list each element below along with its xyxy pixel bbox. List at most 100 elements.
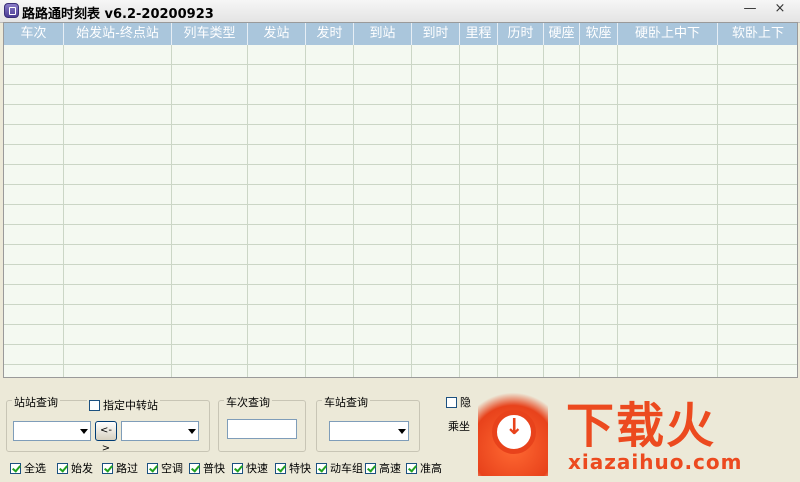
from-station-select[interactable] <box>13 421 91 441</box>
station-lookup-group: 车站查询 <box>316 394 420 452</box>
hide-checkbox[interactable]: 隐 <box>446 394 471 410</box>
filter-label: 高速 <box>379 462 401 475</box>
filter-label: 准高 <box>420 462 442 475</box>
checkmark-icon[interactable] <box>232 462 243 474</box>
column-header[interactable]: 软座 <box>580 23 618 45</box>
filter-label: 空调 <box>161 462 183 475</box>
column-header[interactable]: 发时 <box>306 23 354 45</box>
checkmark-icon[interactable] <box>365 462 376 474</box>
station-query-title: 站站查询 <box>12 394 60 410</box>
window-title: 路路通时刻表 v6.2-20200923 <box>22 7 214 22</box>
grid-column-line <box>717 45 718 377</box>
grid-row-line <box>4 324 797 325</box>
filter-label: 全选 <box>24 462 46 475</box>
grid-row-line <box>4 344 797 345</box>
minimize-button[interactable]: — <box>740 2 760 18</box>
timetable-grid[interactable]: 车次 始发站-终点站 列车类型 发站 发时 到站 到时 里程 历时 硬座 软座 硬卧上中下 软卧上下 <box>3 22 798 378</box>
filter-checkbox[interactable]: 始发 <box>57 460 93 476</box>
filter-label: 普快 <box>203 462 225 475</box>
grid-column-line <box>411 45 412 377</box>
station-query-group: 站站查询 指定中转站 <-> <box>6 394 210 454</box>
filter-checkbox[interactable]: 全选 <box>10 460 46 476</box>
grid-column-line <box>617 45 618 377</box>
station-lookup-title: 车站查询 <box>322 394 370 410</box>
watermark-url: xiazaihuo.com <box>568 450 743 474</box>
title-bar: 路路通时刻表 v6.2-20200923 — × <box>0 0 800 23</box>
checkmark-icon[interactable] <box>147 462 158 474</box>
filter-label: 快速 <box>246 462 268 475</box>
transfer-station-checkbox[interactable]: 指定中转站 <box>87 397 160 413</box>
checkmark-icon[interactable] <box>57 462 68 474</box>
ride-label: 乘坐 <box>448 420 470 433</box>
column-header[interactable]: 到站 <box>354 23 412 45</box>
filter-checkbox[interactable]: 特快 <box>275 460 311 476</box>
column-header[interactable]: 硬卧上中下 <box>618 23 718 45</box>
grid-column-line <box>497 45 498 377</box>
filter-label: 特快 <box>289 462 311 475</box>
grid-row-line <box>4 144 797 145</box>
grid-row-line <box>4 224 797 225</box>
grid-column-line <box>353 45 354 377</box>
filter-checkbox[interactable]: 普快 <box>189 460 225 476</box>
column-header[interactable]: 发站 <box>248 23 306 45</box>
grid-column-line <box>305 45 306 377</box>
download-icon <box>492 410 536 454</box>
filter-checkbox[interactable]: 空调 <box>147 460 183 476</box>
grid-column-line <box>459 45 460 377</box>
grid-row-line <box>4 364 797 365</box>
grid-row-line <box>4 264 797 265</box>
column-header[interactable]: 历时 <box>498 23 544 45</box>
chevron-down-icon <box>188 429 196 434</box>
grid-row-line <box>4 204 797 205</box>
grid-row-line <box>4 304 797 305</box>
transfer-station-label: 指定中转站 <box>103 399 158 412</box>
chevron-down-icon <box>80 429 88 434</box>
grid-column-line <box>171 45 172 377</box>
watermark-brand: 下载火 <box>566 398 717 454</box>
grid-column-line <box>579 45 580 377</box>
filter-checkbox[interactable]: 动车组 <box>316 460 363 476</box>
swap-stations-button[interactable]: <-> <box>95 421 117 454</box>
grid-row-line <box>4 284 797 285</box>
filter-label: 始发 <box>71 462 93 475</box>
checkmark-icon[interactable] <box>316 462 327 474</box>
train-number-input[interactable] <box>227 419 297 439</box>
chevron-down-icon <box>398 429 406 434</box>
filter-label: 路过 <box>116 462 138 475</box>
watermark: 下载火 xiazaihuo.com <box>474 380 800 482</box>
app-icon <box>4 3 19 18</box>
column-header[interactable]: 车次 <box>4 23 64 45</box>
grid-row-line <box>4 84 797 85</box>
grid-body[interactable] <box>4 45 797 377</box>
grid-row-line <box>4 184 797 185</box>
filter-checkbox[interactable]: 高速 <box>365 460 401 476</box>
checkmark-icon[interactable] <box>189 462 200 474</box>
filter-checkbox[interactable]: 路过 <box>102 460 138 476</box>
train-query-group: 车次查询 <box>218 394 306 452</box>
column-header[interactable]: 到时 <box>412 23 460 45</box>
train-query-title: 车次查询 <box>224 394 272 410</box>
column-header[interactable]: 列车类型 <box>172 23 248 45</box>
transfer-station-box[interactable] <box>89 399 100 411</box>
hide-label: 隐 <box>460 396 471 409</box>
checkmark-icon[interactable] <box>275 462 286 474</box>
grid-column-line <box>247 45 248 377</box>
grid-row-line <box>4 124 797 125</box>
grid-column-line <box>63 45 64 377</box>
hide-box[interactable] <box>446 396 457 408</box>
to-station-select[interactable] <box>121 421 199 441</box>
column-header[interactable]: 软卧上下 <box>718 23 797 45</box>
grid-row-line <box>4 164 797 165</box>
column-header[interactable]: 始发站-终点站 <box>64 23 172 45</box>
filter-checkbox[interactable]: 准高 <box>406 460 442 476</box>
station-lookup-select[interactable] <box>329 421 409 441</box>
column-header[interactable]: 里程 <box>460 23 498 45</box>
filter-checkbox[interactable]: 快速 <box>232 460 268 476</box>
grid-row-line <box>4 104 797 105</box>
checkmark-icon[interactable] <box>102 462 113 474</box>
column-header[interactable]: 硬座 <box>544 23 580 45</box>
checkmark-icon[interactable] <box>10 462 21 474</box>
close-button[interactable]: × <box>770 2 790 18</box>
checkmark-icon[interactable] <box>406 462 417 474</box>
grid-header: 车次 始发站-终点站 列车类型 发站 发时 到站 到时 里程 历时 硬座 软座 硬卧上中下 软卧上下 <box>4 23 797 45</box>
